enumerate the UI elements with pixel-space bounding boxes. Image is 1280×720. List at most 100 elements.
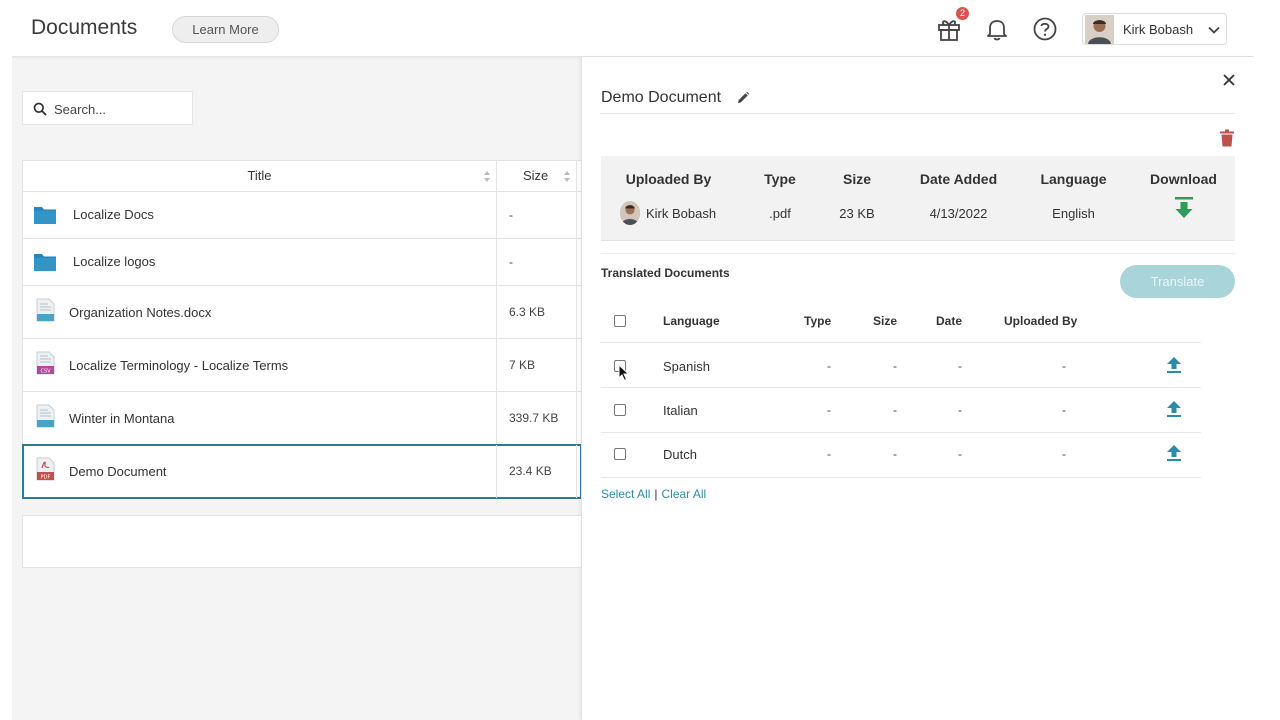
page-title: Documents <box>31 16 138 39</box>
row-title-cell: Winter in Montana <box>23 392 497 444</box>
row-checkbox[interactable] <box>614 404 626 416</box>
translation-language: Spanish <box>663 359 710 374</box>
row-title-cell: PDF Demo Document <box>23 445 497 498</box>
folder-icon <box>34 254 56 271</box>
row-size: 7 KB <box>497 339 577 391</box>
row-checkbox[interactable] <box>614 448 626 460</box>
search-icon <box>33 102 47 116</box>
translation-date: - <box>958 403 962 417</box>
notification-badge: 2 <box>956 7 969 20</box>
header-download: Download <box>1150 171 1217 187</box>
row-name: Localize logos <box>73 254 156 269</box>
row-size: 339.7 KB <box>497 392 577 444</box>
translation-type: - <box>827 403 831 417</box>
user-name: Kirk Bobash <box>1123 22 1194 37</box>
translation-date: - <box>958 447 962 461</box>
column-header-size-label: Size <box>523 168 549 183</box>
column-language: Language <box>663 314 720 328</box>
date-added-value: 4/13/2022 <box>929 206 988 221</box>
header-language: Language <box>1040 171 1107 187</box>
selection-links: Select All | Clear All <box>601 487 706 501</box>
translation-uploaded-by: - <box>1062 447 1066 461</box>
translated-documents-title: Translated Documents <box>601 266 730 280</box>
link-separator: | <box>654 487 658 501</box>
column-header-title[interactable]: Title <box>23 161 497 191</box>
sort-icon <box>484 171 490 182</box>
table-row-selected[interactable]: PDF Demo Document 23.4 KB <box>22 444 582 499</box>
upload-icon[interactable] <box>1166 444 1182 462</box>
translation-size: - <box>893 447 897 461</box>
column-header-title-label: Title <box>247 168 272 183</box>
header-type: Type <box>764 171 796 187</box>
column-size: Size <box>873 314 898 328</box>
column-uploaded-by: Uploaded By <box>1004 314 1078 328</box>
row-title-cell: Organization Notes.docx <box>23 286 497 338</box>
learn-more-button[interactable]: Learn More <box>172 16 279 43</box>
header-date-added: Date Added <box>919 171 998 187</box>
document-file-icon <box>36 404 55 428</box>
translate-button[interactable]: Translate <box>1120 265 1235 298</box>
translation-row: Italian - - - - <box>601 388 1201 433</box>
size-value: 23 KB <box>839 206 875 221</box>
csv-file-icon: CSV <box>36 351 55 375</box>
translation-size: - <box>893 359 897 373</box>
search-input[interactable] <box>54 99 184 119</box>
top-header: Documents Learn More 2 Kirk Bobash <box>12 0 1254 57</box>
row-title-cell: CSV Localize Terminology - Localize Term… <box>23 339 497 391</box>
translation-date: - <box>958 359 962 373</box>
document-info-box: Uploaded By Type Size Date Added Languag… <box>601 156 1235 241</box>
row-title-cell: Localize logos <box>23 239 497 285</box>
divider <box>601 253 1235 254</box>
type-value: .pdf <box>769 206 791 221</box>
table-row[interactable]: Winter in Montana 339.7 KB <box>23 392 581 445</box>
upload-icon[interactable] <box>1166 356 1182 374</box>
bell-icon[interactable] <box>984 16 1010 42</box>
translation-language: Dutch <box>663 447 697 462</box>
language-value: English <box>1052 206 1095 221</box>
header-size: Size <box>842 171 871 187</box>
pencil-icon[interactable] <box>736 91 750 105</box>
svg-text:PDF: PDF <box>41 475 51 481</box>
uploaded-by-value: Kirk Bobash <box>646 206 717 221</box>
row-size: - <box>497 239 577 285</box>
row-name: Winter in Montana <box>69 411 175 426</box>
column-header-size[interactable]: Size <box>497 161 577 191</box>
close-icon[interactable] <box>1222 73 1236 87</box>
help-icon[interactable] <box>1032 16 1058 42</box>
translation-type: - <box>827 447 831 461</box>
row-name: Organization Notes.docx <box>69 305 212 320</box>
trash-icon[interactable] <box>1219 129 1235 147</box>
svg-text:CSV: CSV <box>40 369 51 375</box>
upload-icon[interactable] <box>1166 400 1182 418</box>
document-detail-panel: Demo Document Uploaded By Type Size Date… <box>581 57 1254 720</box>
translation-row: Spanish - - - - <box>601 343 1201 388</box>
folder-icon <box>34 207 56 224</box>
select-all-link[interactable]: Select All <box>601 487 650 501</box>
translation-language: Italian <box>663 403 698 418</box>
row-name: Localize Docs <box>73 207 154 222</box>
row-size: - <box>497 192 577 238</box>
column-type: Type <box>804 314 832 328</box>
pdf-file-icon: PDF <box>36 457 55 481</box>
row-size: 6.3 KB <box>497 286 577 338</box>
table-row[interactable]: Localize Docs - <box>23 192 581 239</box>
gift-icon[interactable] <box>936 16 962 42</box>
table-row[interactable]: Localize logos - <box>23 239 581 286</box>
header-uploaded-by: Uploaded By <box>625 171 712 187</box>
sort-icon <box>564 171 570 182</box>
documents-table: Title Size Localize Docs - Localize logo… <box>22 160 582 499</box>
chevron-down-icon <box>1208 26 1220 34</box>
translation-uploaded-by: - <box>1062 359 1066 373</box>
row-title-cell: Localize Docs <box>23 192 497 238</box>
row-name: Demo Document <box>69 464 167 479</box>
select-all-checkbox[interactable] <box>614 315 626 327</box>
table-header: Title Size <box>23 161 581 192</box>
app-frame: Documents Learn More 2 Kirk Bobash Searc… <box>12 0 1254 720</box>
table-row[interactable]: Organization Notes.docx 6.3 KB <box>23 286 581 339</box>
table-row[interactable]: CSV Localize Terminology - Localize Term… <box>23 339 581 392</box>
clear-all-link[interactable]: Clear All <box>661 487 706 501</box>
download-icon[interactable] <box>1173 196 1195 220</box>
translation-type: - <box>827 359 831 373</box>
document-file-icon <box>36 298 55 322</box>
user-menu[interactable]: Kirk Bobash <box>1082 13 1227 45</box>
